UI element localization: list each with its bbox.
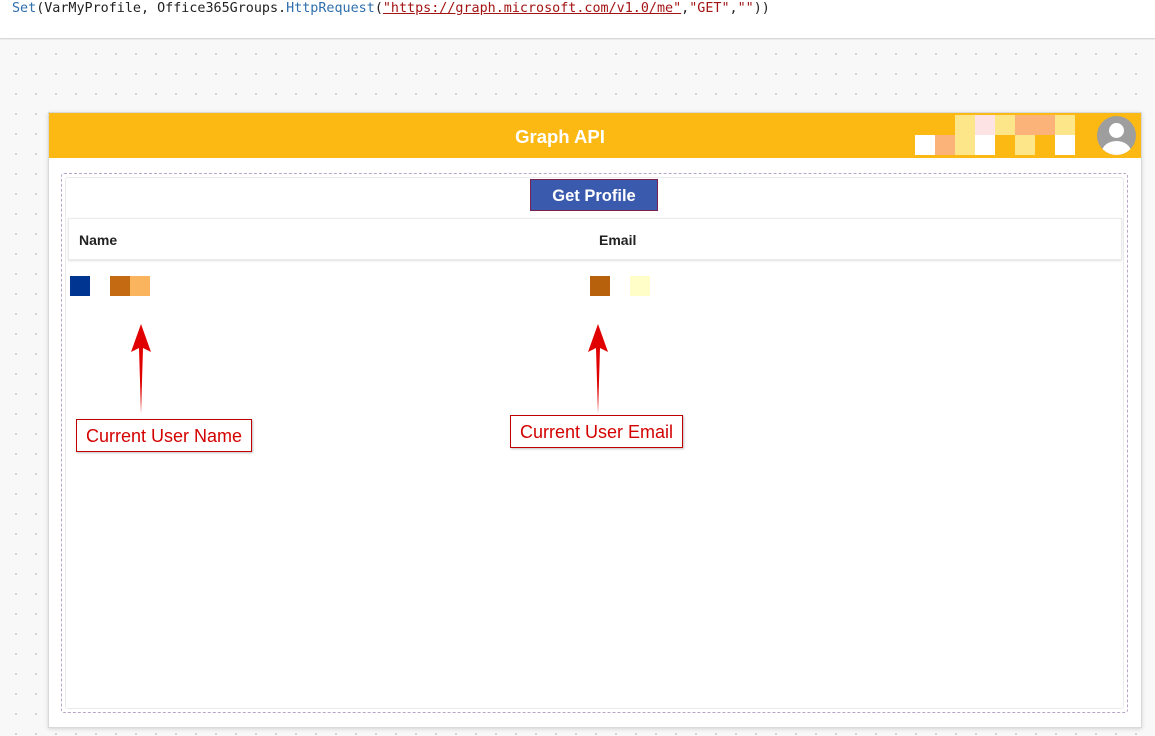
get-profile-button[interactable]: Get Profile (530, 179, 658, 211)
formula-variable: VarMyProfile, (44, 1, 158, 16)
user-avatar-icon[interactable] (1097, 116, 1136, 155)
formula-expression[interactable]: Set ( VarMyProfile, Office365Groups.HttpRe… (12, 1, 770, 16)
arrow-up-icon (131, 324, 151, 414)
formula-fn-set: Set (12, 1, 37, 16)
formula-url: "https://graph.microsoft.com/v1.0/me" (382, 1, 682, 16)
formula-empty-string: "" (737, 1, 754, 16)
redacted-username (915, 115, 1077, 155)
formula-paren: )) (753, 1, 770, 16)
avatar-body (1102, 141, 1131, 155)
arrow-up-icon (588, 324, 608, 414)
formula-comma: , (729, 1, 738, 16)
column-header-name: Name (79, 232, 118, 248)
table-header: Name Email (68, 218, 1122, 260)
app-header: Graph API (49, 113, 1141, 158)
formula-paren: ( (374, 1, 383, 16)
annotation-current-user-name: Current User Name (76, 419, 253, 452)
formula-connector: Office365Groups. (157, 1, 287, 16)
annotation-current-user-email: Current User Email (510, 415, 684, 448)
avatar-head (1109, 123, 1124, 138)
formula-method: "GET" (689, 1, 730, 16)
column-header-email: Email (599, 232, 637, 248)
formula-fn-http: HttpRequest (286, 1, 375, 16)
formula-bar[interactable]: Set ( VarMyProfile, Office365Groups.HttpRe… (0, 0, 1155, 39)
